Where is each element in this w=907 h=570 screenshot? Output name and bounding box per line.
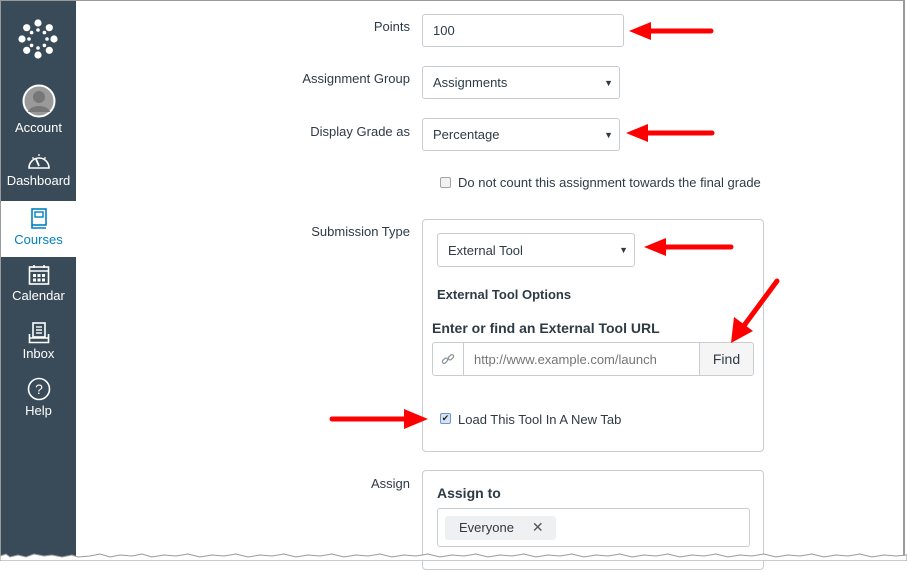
assignee-token-label: Everyone [459,520,514,535]
nav-item-inbox[interactable]: Inbox [1,322,76,361]
points-label: Points [373,19,410,34]
load-new-tab-checkbox[interactable]: ✔ [440,413,451,424]
nav-label: Courses [14,232,63,247]
close-icon[interactable]: ✕ [532,519,544,536]
external-tool-options-heading: External Tool Options [437,287,572,302]
account-avatar-icon [22,84,55,118]
chevron-down-icon: ▼ [619,245,628,255]
assign-label: Assign [370,476,410,491]
nav-label: Help [25,403,52,418]
assign-to-input[interactable]: Everyone ✕ [437,508,750,547]
dashboard-speedometer-icon [27,154,50,169]
inbox-icon [28,322,49,344]
canvas-logo-icon[interactable] [18,19,58,59]
points-value: 100 [433,23,455,38]
annotation-arrow-submission-type [644,238,734,256]
courses-book-icon [30,208,47,229]
link-icon [433,343,464,375]
exclude-final-grade-checkbox[interactable] [440,177,451,188]
nav-label: Inbox [22,346,55,361]
submission-type-selected: External Tool [448,242,523,258]
nav-item-dashboard[interactable]: Dashboard [1,151,76,188]
nav-label: Calendar [12,288,65,303]
calendar-icon [28,265,49,285]
assignment-group-select[interactable]: Assignments ▼ [422,66,620,99]
submission-type-label: Submission Type [311,224,410,239]
assignment-group-selected: Assignments [433,75,508,90]
submission-type-select[interactable]: External Tool ▼ [437,233,635,267]
nav-item-help[interactable]: ? Help [1,377,76,418]
exclude-final-grade-label: Do not count this assignment towards the… [458,175,761,190]
nav-item-calendar[interactable]: Calendar [1,264,76,303]
external-tool-url-input[interactable] [464,343,699,375]
display-grade-select[interactable]: Percentage ▼ [422,118,620,151]
points-input[interactable]: 100 [422,14,624,47]
assignee-token: Everyone ✕ [445,515,556,540]
annotation-arrow-display-grade [626,124,715,142]
assignment-group-label: Assignment Group [302,71,410,86]
assign-to-heading: Assign to [437,485,501,501]
external-tool-url-heading: Enter or find an External Tool URL [432,320,660,336]
chevron-down-icon: ▼ [604,129,613,140]
global-navigation: Account Dashboard Courses Calendar Inbox… [1,1,76,561]
nav-item-account[interactable]: Account [1,84,76,135]
find-button[interactable]: Find [699,343,753,375]
display-grade-label: Display Grade as [310,124,410,139]
svg-text:?: ? [35,381,43,397]
chevron-down-icon: ▼ [604,77,613,88]
annotation-arrow-new-tab [329,409,428,429]
torn-edge [0,553,907,561]
help-question-icon: ? [27,377,50,401]
annotation-arrow-find [731,278,780,343]
display-grade-selected: Percentage [433,127,500,142]
external-tool-url-group: Find [432,342,754,376]
load-new-tab-label: Load This Tool In A New Tab [458,412,622,427]
annotation-arrow-points [629,22,714,40]
nav-label: Account [15,120,62,135]
nav-label: Dashboard [6,173,71,188]
nav-item-courses[interactable]: Courses [1,201,76,257]
